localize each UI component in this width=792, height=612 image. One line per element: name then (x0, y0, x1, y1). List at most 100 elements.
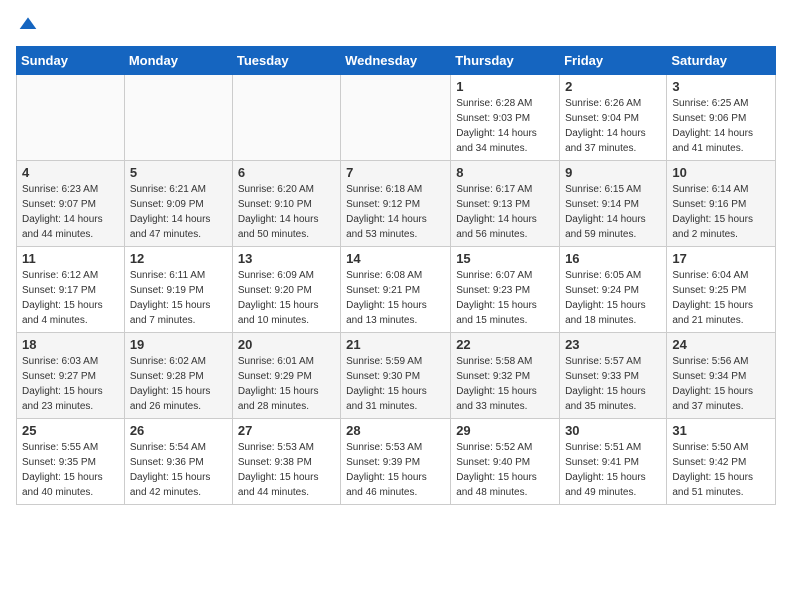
day-info: Sunrise: 6:08 AMSunset: 9:21 PMDaylight:… (346, 268, 445, 328)
day-number: 10 (672, 165, 770, 180)
day-info: Sunrise: 6:03 AMSunset: 9:27 PMDaylight:… (22, 354, 119, 414)
calendar-cell: 4 Sunrise: 6:23 AMSunset: 9:07 PMDaylight… (17, 161, 125, 247)
calendar-cell: 5 Sunrise: 6:21 AMSunset: 9:09 PMDaylight… (124, 161, 232, 247)
day-number: 26 (130, 423, 227, 438)
day-number: 15 (456, 251, 554, 266)
day-number: 14 (346, 251, 445, 266)
day-info: Sunrise: 5:57 AMSunset: 9:33 PMDaylight:… (565, 354, 661, 414)
day-number: 22 (456, 337, 554, 352)
day-number: 20 (238, 337, 335, 352)
day-info: Sunrise: 6:04 AMSunset: 9:25 PMDaylight:… (672, 268, 770, 328)
calendar-cell: 17 Sunrise: 6:04 AMSunset: 9:25 PMDayligh… (667, 247, 776, 333)
day-info: Sunrise: 5:52 AMSunset: 9:40 PMDaylight:… (456, 440, 554, 500)
day-number: 18 (22, 337, 119, 352)
calendar-cell: 28Sunrise: 5:53 AMSunset: 9:39 PMDayligh… (341, 419, 451, 505)
day-info: Sunrise: 5:51 AMSunset: 9:41 PMDaylight:… (565, 440, 661, 500)
day-info: Sunrise: 6:23 AMSunset: 9:07 PMDaylight:… (22, 182, 119, 242)
calendar-cell: 22Sunrise: 5:58 AMSunset: 9:32 PMDayligh… (451, 333, 560, 419)
day-info: Sunrise: 6:25 AMSunset: 9:06 PMDaylight:… (672, 96, 770, 156)
day-number: 30 (565, 423, 661, 438)
weekday-header-tuesday: Tuesday (232, 47, 340, 75)
day-number: 6 (238, 165, 335, 180)
page-header (16, 16, 776, 34)
calendar-cell: 8 Sunrise: 6:17 AMSunset: 9:13 PMDaylight… (451, 161, 560, 247)
day-number: 8 (456, 165, 554, 180)
day-number: 7 (346, 165, 445, 180)
day-info: Sunrise: 6:09 AMSunset: 9:20 PMDaylight:… (238, 268, 335, 328)
weekday-header-sunday: Sunday (17, 47, 125, 75)
day-info: Sunrise: 6:20 AMSunset: 9:10 PMDaylight:… (238, 182, 335, 242)
calendar-cell: 24 Sunrise: 5:56 AMSunset: 9:34 PMDayligh… (667, 333, 776, 419)
weekday-header-monday: Monday (124, 47, 232, 75)
day-number: 12 (130, 251, 227, 266)
calendar-cell: 12 Sunrise: 6:11 AMSunset: 9:19 PMDayligh… (124, 247, 232, 333)
day-number: 3 (672, 79, 770, 94)
weekday-header-thursday: Thursday (451, 47, 560, 75)
calendar-cell: 25 Sunrise: 5:55 AMSunset: 9:35 PMDayligh… (17, 419, 125, 505)
day-info: Sunrise: 5:55 AMSunset: 9:35 PMDaylight:… (22, 440, 119, 500)
day-number: 11 (22, 251, 119, 266)
day-number: 27 (238, 423, 335, 438)
logo-icon (18, 14, 38, 34)
weekday-header-row: SundayMondayTuesdayWednesdayThursdayFrid… (17, 47, 776, 75)
day-number: 13 (238, 251, 335, 266)
day-number: 31 (672, 423, 770, 438)
calendar-cell: 21 Sunrise: 5:59 AMSunset: 9:30 PMDayligh… (341, 333, 451, 419)
day-info: Sunrise: 5:56 AMSunset: 9:34 PMDaylight:… (672, 354, 770, 414)
day-info: Sunrise: 6:12 AMSunset: 9:17 PMDaylight:… (22, 268, 119, 328)
calendar-cell: 23 Sunrise: 5:57 AMSunset: 9:33 PMDayligh… (560, 333, 667, 419)
logo (16, 16, 38, 34)
calendar-cell: 14 Sunrise: 6:08 AMSunset: 9:21 PMDayligh… (341, 247, 451, 333)
calendar-week-3: 11 Sunrise: 6:12 AMSunset: 9:17 PMDayligh… (17, 247, 776, 333)
day-info: Sunrise: 6:14 AMSunset: 9:16 PMDaylight:… (672, 182, 770, 242)
day-number: 21 (346, 337, 445, 352)
day-number: 16 (565, 251, 661, 266)
day-info: Sunrise: 6:28 AMSunset: 9:03 PMDaylight:… (456, 96, 554, 156)
day-info: Sunrise: 6:05 AMSunset: 9:24 PMDaylight:… (565, 268, 661, 328)
calendar-cell: 16 Sunrise: 6:05 AMSunset: 9:24 PMDayligh… (560, 247, 667, 333)
day-number: 2 (565, 79, 661, 94)
calendar-cell (17, 75, 125, 161)
calendar-cell: 3 Sunrise: 6:25 AMSunset: 9:06 PMDaylight… (667, 75, 776, 161)
day-number: 9 (565, 165, 661, 180)
calendar-cell: 9 Sunrise: 6:15 AMSunset: 9:14 PMDaylight… (560, 161, 667, 247)
day-number: 5 (130, 165, 227, 180)
day-info: Sunrise: 6:26 AMSunset: 9:04 PMDaylight:… (565, 96, 661, 156)
calendar-cell: 18 Sunrise: 6:03 AMSunset: 9:27 PMDayligh… (17, 333, 125, 419)
calendar-cell: 31Sunrise: 5:50 AMSunset: 9:42 PMDayligh… (667, 419, 776, 505)
calendar-cell (124, 75, 232, 161)
calendar-cell: 10 Sunrise: 6:14 AMSunset: 9:16 PMDayligh… (667, 161, 776, 247)
day-number: 4 (22, 165, 119, 180)
day-number: 29 (456, 423, 554, 438)
weekday-header-wednesday: Wednesday (341, 47, 451, 75)
calendar-cell: 19 Sunrise: 6:02 AMSunset: 9:28 PMDayligh… (124, 333, 232, 419)
calendar-week-2: 4 Sunrise: 6:23 AMSunset: 9:07 PMDaylight… (17, 161, 776, 247)
day-number: 17 (672, 251, 770, 266)
day-info: Sunrise: 6:02 AMSunset: 9:28 PMDaylight:… (130, 354, 227, 414)
weekday-header-saturday: Saturday (667, 47, 776, 75)
calendar-cell: 27 Sunrise: 5:53 AMSunset: 9:38 PMDayligh… (232, 419, 340, 505)
day-number: 25 (22, 423, 119, 438)
calendar-week-5: 25 Sunrise: 5:55 AMSunset: 9:35 PMDayligh… (17, 419, 776, 505)
calendar-cell: 15 Sunrise: 6:07 AMSunset: 9:23 PMDayligh… (451, 247, 560, 333)
day-number: 23 (565, 337, 661, 352)
calendar-week-1: 1Sunrise: 6:28 AMSunset: 9:03 PMDaylight… (17, 75, 776, 161)
calendar-cell: 2 Sunrise: 6:26 AMSunset: 9:04 PMDaylight… (560, 75, 667, 161)
calendar-cell: 26 Sunrise: 5:54 AMSunset: 9:36 PMDayligh… (124, 419, 232, 505)
day-info: Sunrise: 6:01 AMSunset: 9:29 PMDaylight:… (238, 354, 335, 414)
day-number: 28 (346, 423, 445, 438)
day-info: Sunrise: 5:53 AMSunset: 9:38 PMDaylight:… (238, 440, 335, 500)
day-info: Sunrise: 5:59 AMSunset: 9:30 PMDaylight:… (346, 354, 445, 414)
calendar-cell: 13 Sunrise: 6:09 AMSunset: 9:20 PMDayligh… (232, 247, 340, 333)
day-number: 19 (130, 337, 227, 352)
day-info: Sunrise: 6:07 AMSunset: 9:23 PMDaylight:… (456, 268, 554, 328)
calendar-week-4: 18 Sunrise: 6:03 AMSunset: 9:27 PMDayligh… (17, 333, 776, 419)
day-number: 24 (672, 337, 770, 352)
calendar-cell: 7Sunrise: 6:18 AMSunset: 9:12 PMDaylight… (341, 161, 451, 247)
day-info: Sunrise: 6:21 AMSunset: 9:09 PMDaylight:… (130, 182, 227, 242)
day-info: Sunrise: 5:54 AMSunset: 9:36 PMDaylight:… (130, 440, 227, 500)
calendar-cell: 30 Sunrise: 5:51 AMSunset: 9:41 PMDayligh… (560, 419, 667, 505)
day-info: Sunrise: 6:15 AMSunset: 9:14 PMDaylight:… (565, 182, 661, 242)
day-info: Sunrise: 6:11 AMSunset: 9:19 PMDaylight:… (130, 268, 227, 328)
day-info: Sunrise: 6:17 AMSunset: 9:13 PMDaylight:… (456, 182, 554, 242)
